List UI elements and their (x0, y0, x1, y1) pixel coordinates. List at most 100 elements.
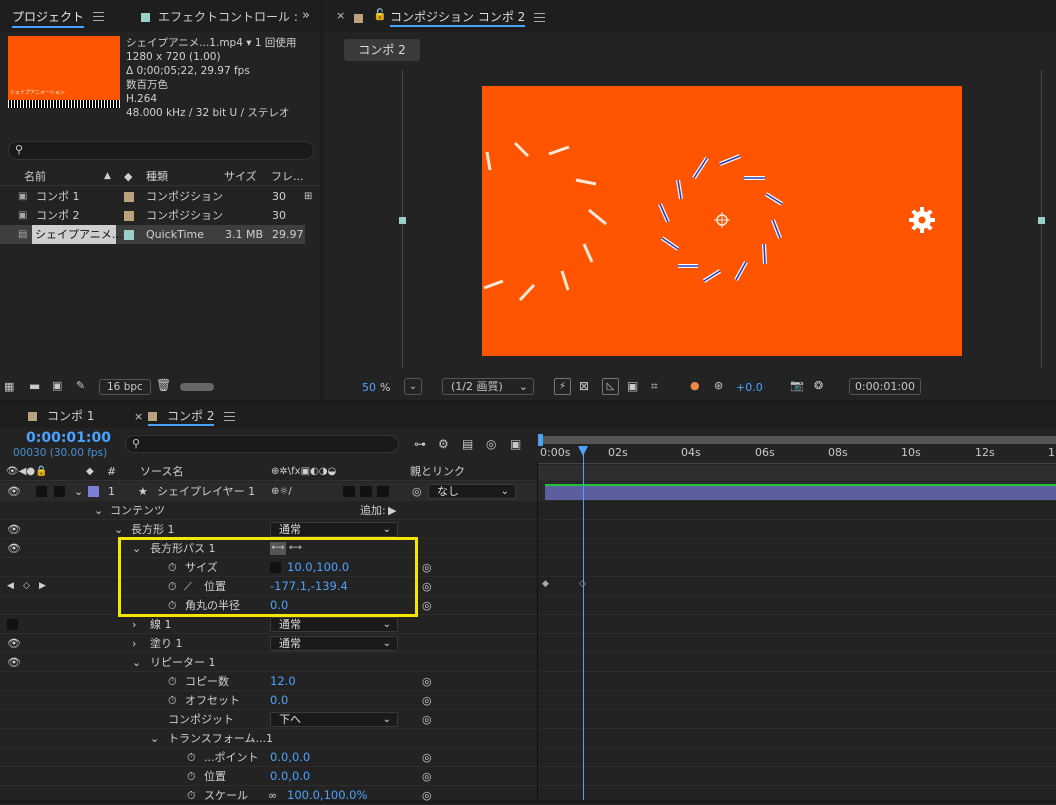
bpc-button[interactable]: 16 bpc (99, 379, 151, 395)
footage-dropdown-icon[interactable]: ▾ (246, 37, 251, 49)
expression-icon[interactable]: ◎ (422, 596, 432, 615)
layer-duration-bar[interactable] (545, 484, 1056, 500)
column-size[interactable]: サイズ (224, 167, 257, 186)
av-switch-icons[interactable]: 👁◀●🔒 (6, 462, 48, 481)
project-item[interactable]: ▣ コンポ 1 コンポジション 30 ⊞ (0, 187, 320, 206)
fast-preview-icon[interactable]: ⚡ (554, 378, 571, 395)
eye-icon[interactable]: 👁 (7, 653, 21, 672)
prev-keyframe-icon[interactable]: ◀ (7, 577, 14, 596)
column-frame[interactable]: フレ... (271, 167, 304, 186)
camera-icon[interactable]: 📷 (790, 379, 804, 392)
chevron-right-icon[interactable]: › (132, 634, 136, 653)
column-parent-link[interactable]: 親とリンク (410, 462, 465, 481)
add-keyframe-icon[interactable]: ◇ (23, 577, 30, 596)
property-value[interactable]: 0.0,0.0 (270, 767, 310, 786)
layer-name[interactable]: シェイプレイヤー 1 (157, 482, 255, 501)
project-item-selected[interactable]: ▤ シェイプアニメ... QuickTime 3.1 MB 29.97 (0, 225, 305, 244)
expression-icon[interactable]: ◎ (422, 710, 432, 729)
blend-mode-dropdown[interactable]: 通常 ⌄ (270, 617, 398, 632)
layer-switch-boxes[interactable] (343, 486, 389, 497)
chevron-right-icon[interactable]: › (132, 615, 136, 634)
keyframe-diamond[interactable]: ◆ (542, 579, 549, 589)
track-area[interactable] (538, 501, 1056, 800)
chevron-down-icon[interactable]: ⌄ (74, 482, 83, 501)
comp-timecode[interactable]: 0:00:01:00 (849, 378, 921, 395)
project-item[interactable]: ▣ コンポ 2 コンポジション 30 (0, 206, 320, 225)
playhead-handle[interactable] (578, 446, 588, 456)
stopwatch-icon[interactable]: ⏱ (187, 786, 196, 805)
eye-icon[interactable]: 👁 (7, 520, 21, 539)
visibility-box[interactable] (7, 619, 18, 630)
zoom-dropdown[interactable]: ⌄ (404, 378, 422, 395)
transparency-grid-icon[interactable]: ⊠ (579, 379, 589, 393)
flowchart-icon[interactable]: ⊞ (304, 187, 312, 206)
property-value[interactable]: 100.0,100.0% (287, 786, 367, 805)
work-area-bar[interactable] (540, 436, 1056, 444)
timeline-tab-comp2[interactable]: コンポ 2 (148, 405, 215, 426)
chevron-down-icon[interactable]: ⌄ (150, 729, 159, 748)
label-tag-icon[interactable]: ◆ (86, 462, 94, 481)
thumbnail-slider[interactable] (180, 383, 214, 391)
stopwatch-icon[interactable]: ⏱ (187, 748, 196, 767)
panel-overflow-icon[interactable]: » (302, 8, 310, 23)
color-channels-icon[interactable]: ● (690, 379, 700, 392)
pickwhip-icon[interactable]: ◎ (412, 482, 422, 501)
comp-canvas[interactable] (482, 86, 962, 356)
blend-mode-dropdown[interactable]: 通常 ⌄ (270, 636, 398, 651)
layer-color-swatch[interactable] (88, 486, 99, 497)
region-of-interest-icon[interactable]: ▣ (627, 379, 638, 393)
frame-blending-icon[interactable]: ▤ (462, 437, 473, 451)
exposure-value[interactable]: +0.0 (736, 381, 763, 394)
solo-box[interactable] (36, 486, 47, 497)
lock-icon[interactable]: 🔓 (373, 8, 387, 21)
stopwatch-icon[interactable]: ⏱ (168, 672, 177, 691)
chevron-down-icon[interactable]: ⌄ (132, 653, 141, 672)
project-search-input[interactable]: ⚲ (8, 141, 314, 160)
stopwatch-icon[interactable]: ⏱ (187, 767, 196, 786)
layer-switches[interactable]: ⊕☼/ (271, 482, 292, 501)
trash-icon[interactable]: 🗑 (156, 378, 171, 392)
motion-blur-icon[interactable]: ◎ (486, 437, 496, 451)
hamburger-icon[interactable] (534, 13, 545, 22)
timeline-search-input[interactable]: ⚲ (125, 435, 399, 453)
interpret-footage-icon[interactable]: ▦ (4, 380, 14, 393)
quality-dropdown[interactable]: (1/2 画質) ⌄ (442, 378, 534, 395)
stopwatch-icon[interactable]: ⏱ (168, 691, 177, 710)
color-management-icon[interactable]: ⊛ (714, 379, 723, 392)
close-icon[interactable]: × (134, 410, 143, 423)
tab-project[interactable]: プロジェクト (12, 6, 85, 28)
show-snapshot-icon[interactable]: ❂ (814, 379, 823, 392)
work-area-start[interactable] (538, 434, 543, 446)
sort-up-icon[interactable]: ▲ (104, 167, 111, 186)
mask-visibility-icon[interactable]: ◺ (602, 378, 619, 395)
eye-icon[interactable]: 👁 (7, 634, 21, 653)
zoom-value[interactable]: 50 (362, 381, 376, 394)
expression-icon[interactable]: ◎ (422, 748, 432, 767)
hamburger-icon[interactable] (224, 412, 235, 421)
tab-effect-controls[interactable]: エフェクトコントロール : (141, 6, 298, 28)
comp-flowchart-icon[interactable]: ⊶ (414, 437, 426, 451)
close-icon[interactable]: × (336, 9, 345, 22)
draft-3d-icon[interactable]: ⚙ (438, 437, 449, 451)
blend-mode-dropdown[interactable]: 通常 ⌄ (270, 522, 398, 537)
property-value[interactable]: 0.0 (270, 691, 288, 710)
add-button-icon[interactable]: ▶ (388, 501, 396, 520)
composite-dropdown[interactable]: 下へ ⌄ (270, 712, 398, 727)
next-keyframe-icon[interactable]: ▶ (39, 577, 46, 596)
link-icon[interactable]: ∞ (268, 786, 277, 805)
comp-breadcrumb[interactable]: コンポ 2 (344, 39, 420, 61)
property-value[interactable]: 0.0,0.0 (270, 748, 310, 767)
column-name[interactable]: 名前 (24, 167, 46, 186)
viewer-handle-right[interactable] (1038, 217, 1045, 224)
graph-editor-icon[interactable]: ▣ (510, 437, 521, 451)
eye-icon[interactable]: 👁 (7, 539, 21, 558)
expression-icon[interactable]: ◎ (422, 577, 432, 596)
timeline-tab-comp1[interactable]: コンポ 1 (28, 405, 94, 427)
expression-icon[interactable]: ◎ (422, 558, 432, 577)
viewer-area[interactable] (324, 66, 1056, 372)
column-source-name[interactable]: ソース名 (140, 462, 183, 481)
chevron-down-icon[interactable]: ⌄ (94, 501, 103, 520)
parent-dropdown[interactable]: なし ⌄ (428, 484, 516, 499)
adjust-icon[interactable]: ✎ (76, 379, 85, 392)
viewer-handle-left[interactable] (399, 217, 406, 224)
